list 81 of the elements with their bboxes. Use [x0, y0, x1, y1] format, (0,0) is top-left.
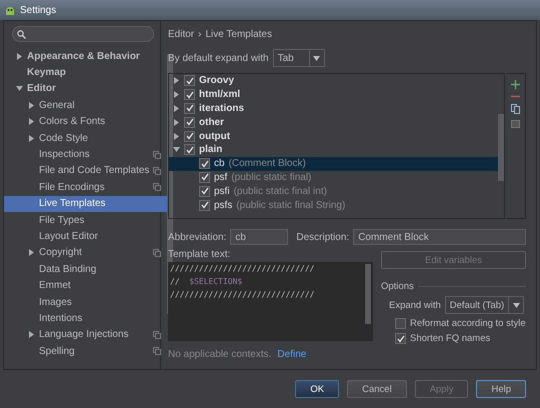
template-editor[interactable]: ////////////////////////////// // $SELECTION$ //////////////////////////////: [168, 262, 373, 341]
define-link[interactable]: Define: [277, 349, 306, 360]
sidebar-item[interactable]: Code Style: [4, 130, 168, 146]
sidebar-item[interactable]: Spelling: [4, 343, 168, 360]
sidebar-item[interactable]: Appearance & Behavior: [4, 48, 168, 64]
breadcrumb-item: Live Templates: [205, 28, 272, 40]
sidebar-item[interactable]: Layout Editor: [4, 228, 168, 245]
template-group[interactable]: output: [169, 129, 498, 143]
template-group[interactable]: other: [169, 115, 498, 130]
checkbox[interactable]: [199, 186, 210, 197]
sidebar-item[interactable]: Intentions: [4, 310, 168, 327]
template-item[interactable]: psf (public static final): [169, 170, 498, 184]
abbreviation-label: Abbreviation:: [168, 232, 226, 242]
sidebar-item[interactable]: General: [4, 97, 168, 114]
expand-dropdown[interactable]: Tab: [272, 49, 325, 67]
checkbox[interactable]: [184, 130, 195, 142]
expand-with-label: Expand with: [389, 300, 441, 310]
template-group[interactable]: iterations: [169, 102, 498, 116]
abbreviation-field[interactable]: cb: [230, 229, 288, 245]
sidebar-item[interactable]: Copyright: [4, 244, 168, 262]
checkbox[interactable]: [199, 200, 210, 211]
remove-icon[interactable]: [510, 95, 520, 98]
expand-arrow-icon[interactable]: [28, 134, 35, 142]
sidebar-item[interactable]: File and Code Templates: [4, 162, 168, 180]
sidebar-item[interactable]: Colors & Fonts: [4, 114, 168, 130]
sidebar-item[interactable]: File Encodings: [4, 179, 168, 196]
sidebar-item[interactable]: Inspections: [4, 146, 168, 163]
template-group[interactable]: html/xml: [169, 88, 498, 102]
checkbox[interactable]: [184, 89, 195, 100]
checkbox-label: Reformat according to style: [410, 318, 526, 329]
sidebar-item[interactable]: File Types: [4, 212, 168, 228]
expand-arrow-icon[interactable]: [28, 249, 35, 256]
checkbox[interactable]: [395, 318, 406, 329]
contexts-text: No applicable contexts.: [168, 349, 272, 360]
window-title: Settings: [20, 4, 56, 16]
template-text-label: Template text:: [168, 249, 232, 260]
checkbox[interactable]: [184, 102, 195, 114]
expand-label: By default expand with: [168, 52, 269, 64]
checkbox[interactable]: [199, 172, 210, 183]
search-icon: [17, 30, 26, 38]
template-group[interactable]: Groovy: [169, 74, 498, 88]
template-item[interactable]: psfs (public static final String): [169, 198, 498, 212]
checkbox[interactable]: [184, 144, 195, 156]
sidebar-item[interactable]: Live Templates: [4, 196, 168, 212]
expand-arrow-icon[interactable]: [28, 118, 35, 126]
sidebar-item[interactable]: Editor: [4, 80, 168, 98]
sidebar-item[interactable]: Images: [4, 294, 168, 310]
sidebar-item[interactable]: Emmet: [4, 277, 168, 294]
checkbox[interactable]: [395, 333, 406, 344]
description-label: Description:: [296, 232, 350, 242]
add-icon[interactable]: [510, 80, 520, 89]
dropdown-arrow-icon[interactable]: [512, 302, 520, 308]
description-field[interactable]: Comment Block: [353, 229, 526, 245]
expand-arrow-icon[interactable]: [16, 52, 23, 60]
checkbox[interactable]: [199, 158, 210, 170]
scrollbar-thumb[interactable]: [498, 114, 504, 181]
sidebar-item[interactable]: Keymap: [4, 64, 168, 81]
expand-arrow-icon[interactable]: [28, 331, 35, 338]
expand-with-dropdown[interactable]: Default (Tab): [444, 296, 524, 314]
sidebar-item[interactable]: Data Binding: [4, 261, 168, 278]
template-item[interactable]: cb (Comment Block): [169, 156, 498, 171]
copy-icon[interactable]: [510, 104, 520, 114]
dialog-button[interactable]: OK: [295, 380, 340, 398]
collapse-arrow-icon[interactable]: [16, 85, 23, 92]
dialog-button[interactable]: Cancel: [347, 380, 407, 398]
breadcrumb-separator: ›: [198, 28, 202, 40]
template-item[interactable]: psfi (public static final int): [169, 184, 498, 198]
breadcrumb-item: Editor: [168, 28, 194, 40]
template-group[interactable]: plain: [169, 142, 498, 157]
options-title: Options: [381, 281, 414, 292]
dialog-button[interactable]: Help: [476, 380, 526, 398]
collapse-arrow-icon[interactable]: [173, 146, 180, 154]
sidebar-item[interactable]: Language Injections: [4, 326, 168, 344]
search-field[interactable]: [12, 26, 154, 42]
dropdown-arrow-icon[interactable]: [313, 56, 320, 60]
checkbox[interactable]: [184, 75, 195, 86]
expand-arrow-icon[interactable]: [28, 102, 35, 109]
checkbox[interactable]: [184, 116, 195, 128]
checkbox-label: Shorten FQ names: [410, 333, 490, 344]
list-icon[interactable]: [510, 120, 520, 128]
android-icon: [4, 4, 16, 16]
